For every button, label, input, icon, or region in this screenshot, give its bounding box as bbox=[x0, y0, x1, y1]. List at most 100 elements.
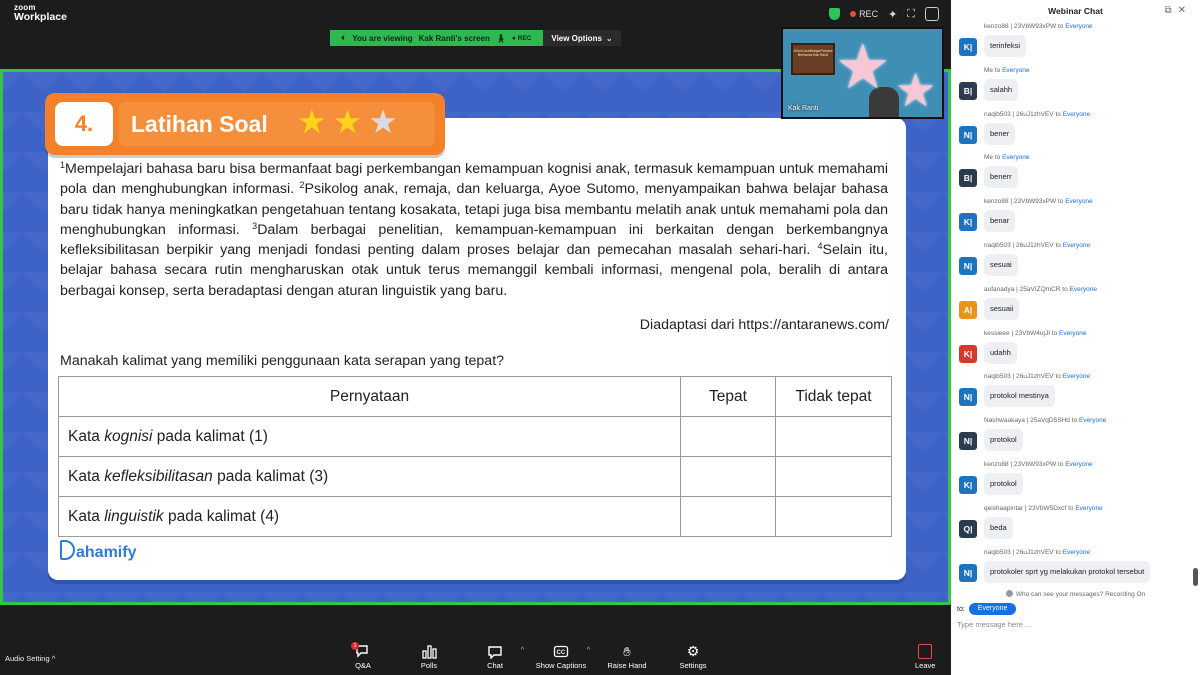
message-bubble[interactable]: benerr bbox=[984, 166, 1018, 189]
top-status-icons: REC ✦ ⛶ bbox=[829, 7, 939, 21]
message-bubble[interactable]: beda bbox=[984, 516, 1013, 539]
raise-hand-label: Raise Hand bbox=[607, 661, 647, 670]
slide-title: Latihan Soal bbox=[131, 111, 268, 137]
polls-button[interactable]: Polls bbox=[396, 644, 462, 670]
to-word: to bbox=[994, 66, 1001, 74]
avatar: B| bbox=[959, 81, 977, 100]
message-bubble[interactable]: protokoler sprt yg melakukan protokol te… bbox=[984, 560, 1151, 583]
question-prompt: Manakah kalimat yang memiliki penggunaan… bbox=[60, 353, 505, 369]
message-meta: kessieee | 23VbW4ujJI to Everyone bbox=[984, 330, 1087, 337]
message-bubble[interactable]: benar bbox=[984, 210, 1016, 233]
message-bubble[interactable]: protokol mestinya bbox=[984, 385, 1055, 408]
audio-setting-button[interactable]: Audio Setting ^ bbox=[5, 654, 55, 663]
message-meta: naqib503 | 26uJ1zhVEV to Everyone bbox=[984, 242, 1090, 249]
message-bubble[interactable]: terinfeksi bbox=[984, 35, 1027, 57]
message-bubble[interactable]: bener bbox=[984, 122, 1016, 145]
chat-message-list[interactable]: kenzo88 | 23VbW93xPW to Everyone K| terinf… bbox=[951, 20, 1200, 590]
title-inner: Latihan Soal ★ ★ ★ bbox=[119, 102, 435, 146]
settings-button[interactable]: ⚙︎ Settings bbox=[660, 644, 726, 671]
chevron-up-icon[interactable]: ^ bbox=[587, 647, 590, 654]
polls-label: Polls bbox=[420, 661, 438, 670]
answer-table: Pernyataan Tepat Tidak tepat Kata kognis… bbox=[58, 376, 892, 537]
chat-message: kenzo88 | 23VbW93xPW to Everyone K| terinf… bbox=[951, 20, 1200, 64]
meeting-area: zoom Workplace REC ✦ ⛶ 🔈︎ You are viewin… bbox=[0, 0, 951, 675]
to-word: to bbox=[1055, 373, 1061, 381]
view-options-button[interactable]: View Options ⌄ bbox=[543, 30, 621, 46]
to-word: to bbox=[1055, 548, 1061, 556]
chat-message: naqib503 | 26uJ1zhVEV to Everyone N| proto… bbox=[951, 546, 1200, 590]
avatar: N| bbox=[959, 388, 977, 407]
top-bar: zoom Workplace REC ✦ ⛶ bbox=[0, 0, 951, 30]
background-sign: #CeriCaraBelajarPahami Bersama Kak Ranti bbox=[791, 43, 835, 75]
message-meta: Me to Everyone bbox=[984, 67, 1030, 74]
star-empty-icon: ★ bbox=[368, 103, 398, 140]
encryption-shield-icon[interactable] bbox=[829, 8, 841, 20]
avatar: K| bbox=[959, 475, 977, 494]
chevron-up-icon[interactable]: ^ bbox=[521, 647, 524, 654]
presenter-figure-icon: 🚶︎ bbox=[495, 33, 507, 43]
avatar: K| bbox=[959, 213, 977, 232]
privacy-notice[interactable]: Who can see your messages? Recording On bbox=[951, 590, 1200, 598]
chat-scrollbar[interactable] bbox=[1193, 568, 1198, 586]
message-bubble[interactable]: sesuaii bbox=[984, 297, 1020, 320]
pahamify-logo: ahamify bbox=[60, 540, 136, 562]
message-bubble[interactable]: sesuai bbox=[984, 253, 1018, 276]
captions-icon: CC bbox=[553, 644, 569, 659]
answer-cell-tidak-tepat bbox=[775, 416, 892, 457]
recipient-selector[interactable]: Everyone bbox=[968, 603, 1017, 615]
reading-passage: 1Mempelajari bahasa baru bisa bermanfaat… bbox=[60, 159, 888, 301]
chat-message: Nashwaakaya | 25aVqD5SHd to Everyone N| pr… bbox=[951, 414, 1200, 458]
show-captions-button[interactable]: CC ^ Show Captions bbox=[528, 644, 594, 670]
minimize-view-icon[interactable] bbox=[925, 7, 939, 21]
sender-name: kessieee | 23VbW4ujJI bbox=[984, 329, 1050, 337]
leave-button[interactable]: Leave bbox=[915, 644, 935, 670]
message-meta: naqib503 | 26uJ1zhVEV to Everyone bbox=[984, 549, 1090, 556]
chat-message: Me to Everyone B| benerr bbox=[951, 151, 1200, 195]
close-icon[interactable]: ✕ bbox=[1178, 5, 1192, 16]
speaker-video-thumbnail[interactable]: #CeriCaraBelajarPahami Bersama Kak Ranti… bbox=[781, 27, 944, 119]
avatar: K| bbox=[959, 344, 977, 363]
message-bubble[interactable]: protokol bbox=[984, 472, 1023, 495]
to-word: to bbox=[1071, 417, 1078, 425]
question-number: 4. bbox=[55, 102, 113, 146]
qa-badge: 1 bbox=[351, 642, 359, 650]
message-bubble[interactable]: udahh bbox=[984, 341, 1017, 364]
captions-label: Show Captions bbox=[535, 661, 587, 670]
chat-title: Webinar Chat bbox=[1048, 6, 1103, 16]
recipient-name: Everyone bbox=[1069, 285, 1097, 293]
sender-name: naqib503 | 26uJ1zhVEV bbox=[984, 548, 1054, 556]
chat-message: naqib503 | 26uJ1zhVEV to Everyone N| proto… bbox=[951, 370, 1200, 414]
message-meta: kenzo88 | 23VbW93xPW to Everyone bbox=[984, 198, 1093, 205]
zoom-logo: zoom Workplace bbox=[14, 4, 67, 23]
to-word: to bbox=[1051, 329, 1058, 337]
chat-message: Me to Everyone B| salahh bbox=[951, 64, 1200, 108]
answer-cell-tidak-tepat bbox=[775, 496, 892, 537]
avatar: A| bbox=[959, 300, 977, 319]
to-word: to bbox=[994, 154, 1001, 162]
chat-message-input[interactable] bbox=[957, 617, 1192, 631]
sparkle-icon[interactable]: ✦ bbox=[888, 8, 897, 21]
message-bubble[interactable]: salahh bbox=[984, 78, 1019, 101]
chat-button[interactable]: ^ Chat bbox=[462, 644, 528, 670]
qa-button[interactable]: 1 Q&A bbox=[330, 642, 396, 670]
answer-cell-tepat bbox=[680, 456, 776, 497]
recipient-name: Everyone bbox=[1059, 329, 1087, 337]
message-meta: kenzo88 | 23VbW93xPW to Everyone bbox=[984, 461, 1093, 468]
people-icon bbox=[1005, 590, 1013, 597]
to-word: to bbox=[1062, 285, 1068, 293]
leave-label: Leave bbox=[915, 661, 936, 670]
to-word: to bbox=[1057, 23, 1064, 30]
avatar: Q| bbox=[959, 519, 977, 538]
statement-cell: Kata kefleksibilitasan pada kalimat (3) bbox=[58, 456, 681, 497]
fullscreen-icon[interactable]: ⛶ bbox=[907, 8, 915, 21]
table-row: Kata kefleksibilitasan pada kalimat (3) bbox=[58, 456, 892, 497]
recording-indicator[interactable]: REC bbox=[850, 9, 878, 19]
to-word: to bbox=[1055, 241, 1061, 249]
pop-out-icon[interactable]: ⧉ bbox=[1164, 5, 1177, 16]
star-filled-icon: ★ bbox=[297, 103, 327, 140]
raise-hand-button[interactable]: ✋︎ Raise Hand bbox=[594, 644, 660, 670]
star-filled-icon: ★ bbox=[332, 103, 363, 140]
logo-bottom: Workplace bbox=[14, 11, 67, 23]
message-bubble[interactable]: protokol bbox=[984, 429, 1023, 452]
viewing-banner: 🔈︎ You are viewing Kak Ranti's screen 🚶︎… bbox=[330, 30, 543, 46]
